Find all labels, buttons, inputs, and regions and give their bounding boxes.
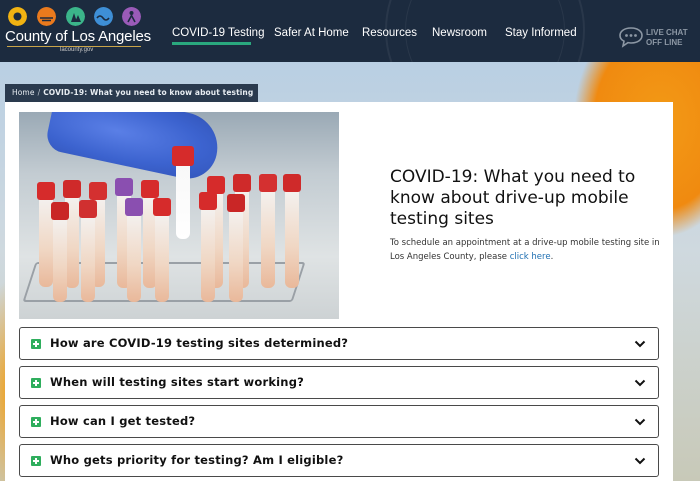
description-end: . bbox=[550, 252, 554, 262]
faq-item[interactable]: When will testing sites start working? bbox=[19, 366, 659, 399]
plus-icon bbox=[31, 417, 41, 427]
content-card: COVID-19: What you need to know about dr… bbox=[5, 102, 673, 481]
faq-item[interactable]: How can I get tested? bbox=[19, 405, 659, 438]
wave-icon bbox=[94, 7, 113, 26]
live-chat-label: LIVE CHAT OFF LINE bbox=[646, 28, 688, 48]
live-chat-line2: OFF LINE bbox=[646, 38, 683, 47]
chat-bubble-icon bbox=[619, 27, 643, 48]
faq-question: How are COVID-19 testing sites determine… bbox=[50, 336, 349, 350]
plus-icon bbox=[31, 378, 41, 388]
chevron-down-icon bbox=[634, 340, 646, 348]
sun-icon bbox=[8, 7, 27, 26]
page-description: To schedule an appointment at a drive-up… bbox=[390, 236, 665, 264]
sunset-icon bbox=[37, 7, 56, 26]
logo-icon-row bbox=[8, 7, 143, 29]
faq-item[interactable]: Who gets priority for testing? Am I elig… bbox=[19, 444, 659, 477]
site-header: County of Los Angeles lacounty.gov COVID… bbox=[0, 0, 700, 62]
logo-subtitle: lacounty.gov bbox=[60, 47, 94, 53]
chevron-down-icon bbox=[634, 418, 646, 426]
nav-resources[interactable]: Resources bbox=[362, 27, 417, 39]
breadcrumb: Home / COVID-19: What you need to know abo… bbox=[5, 84, 258, 102]
live-chat-button[interactable]: LIVE CHAT OFF LINE bbox=[618, 26, 696, 50]
breadcrumb-separator: / bbox=[37, 88, 41, 97]
page-title: COVID-19: What you need to know about dr… bbox=[390, 167, 636, 229]
test-tubes-photo bbox=[19, 112, 339, 319]
nav-newsroom[interactable]: Newsroom bbox=[432, 27, 487, 39]
live-chat-line1: LIVE CHAT bbox=[646, 28, 688, 37]
nav-active-indicator bbox=[172, 42, 251, 45]
chevron-down-icon bbox=[634, 457, 646, 465]
nav-safer-at-home[interactable]: Safer At Home bbox=[274, 27, 349, 39]
nav-stay-informed[interactable]: Stay Informed bbox=[505, 27, 577, 39]
plus-icon bbox=[31, 456, 41, 466]
faq-item[interactable]: How are COVID-19 testing sites determine… bbox=[19, 327, 659, 360]
breadcrumb-current: COVID-19: What you need to know about te… bbox=[43, 88, 254, 97]
county-logo[interactable]: County of Los Angeles lacounty.gov bbox=[5, 7, 151, 57]
gloved-hand bbox=[44, 112, 224, 184]
chevron-down-icon bbox=[634, 379, 646, 387]
faq-question: When will testing sites start working? bbox=[50, 375, 305, 389]
faq-question: How can I get tested? bbox=[50, 414, 196, 428]
faq-question: Who gets priority for testing? Am I elig… bbox=[50, 453, 344, 467]
breadcrumb-home-link[interactable]: Home bbox=[12, 88, 35, 97]
nav-covid-19-testing[interactable]: COVID-19 Testing bbox=[172, 27, 264, 39]
plus-icon bbox=[31, 339, 41, 349]
trees-icon bbox=[66, 7, 85, 26]
logo-title: County of Los Angeles bbox=[5, 28, 151, 45]
person-icon bbox=[122, 7, 141, 26]
schedule-appointment-link[interactable]: click here bbox=[510, 252, 551, 262]
